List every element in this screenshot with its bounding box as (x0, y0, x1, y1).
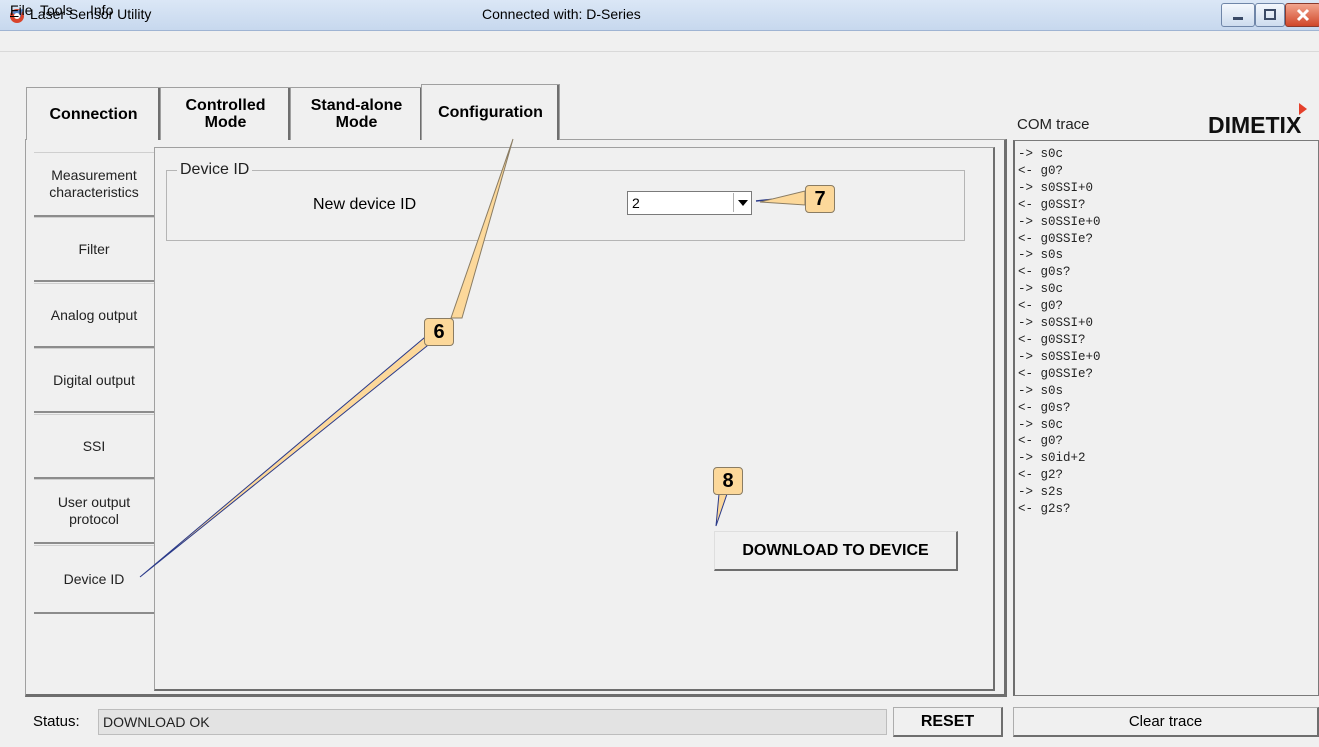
side-tab-label: protocol (69, 511, 119, 527)
side-tab-user-output-protocol[interactable]: User output protocol (34, 479, 154, 544)
menu-file[interactable]: File (10, 2, 33, 18)
com-trace-title: COM trace (1017, 116, 1090, 133)
trace-line: -> s0c (1018, 282, 1064, 297)
menu-tools[interactable]: Tools (40, 2, 73, 18)
trace-line: <- g0s? (1018, 265, 1071, 280)
trace-line: <- g0SSI? (1018, 197, 1086, 212)
side-tab-analog-output[interactable]: Analog output (34, 283, 154, 348)
trace-line: -> s2s (1018, 485, 1064, 500)
clear-trace-button[interactable]: Clear trace (1013, 707, 1319, 737)
trace-line: -> s0id+2 (1018, 451, 1086, 466)
trace-line: -> s0SSI+0 (1018, 316, 1094, 331)
download-to-device-button[interactable]: DOWNLOAD TO DEVICE (714, 531, 958, 571)
side-tab-label: Analog output (50, 306, 138, 323)
trace-line: -> s0s (1018, 248, 1064, 263)
trace-line: -> s0c (1018, 147, 1064, 161)
status-label: Status: (33, 713, 80, 730)
side-tab-label: SSI (82, 437, 106, 454)
side-tab-label: Digital output (53, 371, 135, 388)
trace-lines: -> s0c <- g0? -> s0SSI+0 <- g0SSI? -> s0SSIe… (1018, 146, 1101, 518)
side-tab-label: Measurement (51, 167, 137, 183)
maximize-icon (1264, 9, 1276, 20)
title-bar (0, 0, 1319, 31)
trace-line: -> s0s (1018, 383, 1064, 398)
trace-line: <- g2s? (1018, 502, 1071, 517)
side-tab-filter[interactable]: Filter (34, 217, 154, 282)
side-tab-device-id[interactable]: Device ID (34, 545, 154, 614)
device-id-select-value: 2 (632, 195, 640, 211)
side-tab-label: Device ID (63, 570, 125, 587)
status-field: DOWNLOAD OK (98, 709, 887, 735)
tab-label: Controlled (185, 97, 266, 114)
side-tab-digital-output[interactable]: Digital output (34, 348, 154, 413)
device-id-group-title: Device ID (177, 161, 253, 179)
tab-controlled-mode[interactable]: Controlled Mode (160, 87, 291, 140)
trace-line: -> s0SSI+0 (1018, 180, 1094, 195)
trace-line: <- g0? (1018, 299, 1064, 314)
trace-line: <- g0SSI? (1018, 332, 1086, 347)
callout-6: 6 (424, 318, 454, 346)
side-tab-measurement-characteristics[interactable]: Measurement characteristics (34, 152, 154, 217)
tab-label: Mode (335, 114, 378, 131)
tab-label: Configuration (438, 104, 543, 121)
trace-line: <- g0SSIe? (1018, 231, 1094, 246)
trace-line: <- g2? (1018, 468, 1064, 483)
callout-7: 7 (805, 185, 835, 213)
side-tab-ssi[interactable]: SSI (34, 414, 154, 479)
menu-bar (0, 31, 1319, 52)
trace-line: <- g0s? (1018, 400, 1071, 415)
dropdown-arrow-icon[interactable] (733, 193, 751, 212)
tab-connection[interactable]: Connection (26, 87, 161, 140)
tab-stand-alone-mode[interactable]: Stand-alone Mode (290, 87, 423, 140)
maximize-button[interactable] (1255, 3, 1285, 27)
trace-line: -> s0SSIe+0 (1018, 214, 1101, 229)
minimize-button[interactable] (1221, 3, 1255, 27)
tab-label: Connection (49, 105, 138, 123)
svg-text:DIMETIX: DIMETIX (1208, 112, 1302, 138)
trace-line: -> s0SSIe+0 (1018, 349, 1101, 364)
minimize-icon (1233, 17, 1243, 20)
side-tab-label: User output (57, 494, 131, 510)
side-tab-label: Filter (78, 240, 110, 257)
connection-title: Connected with: D-Series (482, 6, 641, 22)
trace-line: <- g0? (1018, 434, 1064, 449)
new-device-id-label: New device ID (313, 196, 417, 213)
close-icon (1296, 8, 1310, 22)
tab-label: Stand-alone (310, 97, 403, 114)
side-tab-label: characteristics (49, 184, 139, 200)
tab-configuration[interactable]: Configuration (421, 84, 560, 140)
device-id-groupbox (166, 170, 965, 241)
callout-8: 8 (713, 467, 743, 495)
close-button[interactable] (1285, 3, 1319, 27)
trace-line: <- g0SSIe? (1018, 366, 1094, 381)
reset-button[interactable]: RESET (893, 707, 1003, 737)
tab-label: Mode (204, 114, 247, 131)
dimetix-logo: DIMETIX (1206, 100, 1319, 138)
menu-info[interactable]: Info (90, 2, 113, 18)
trace-line: <- g0? (1018, 163, 1064, 178)
trace-line: -> s0c (1018, 417, 1064, 432)
